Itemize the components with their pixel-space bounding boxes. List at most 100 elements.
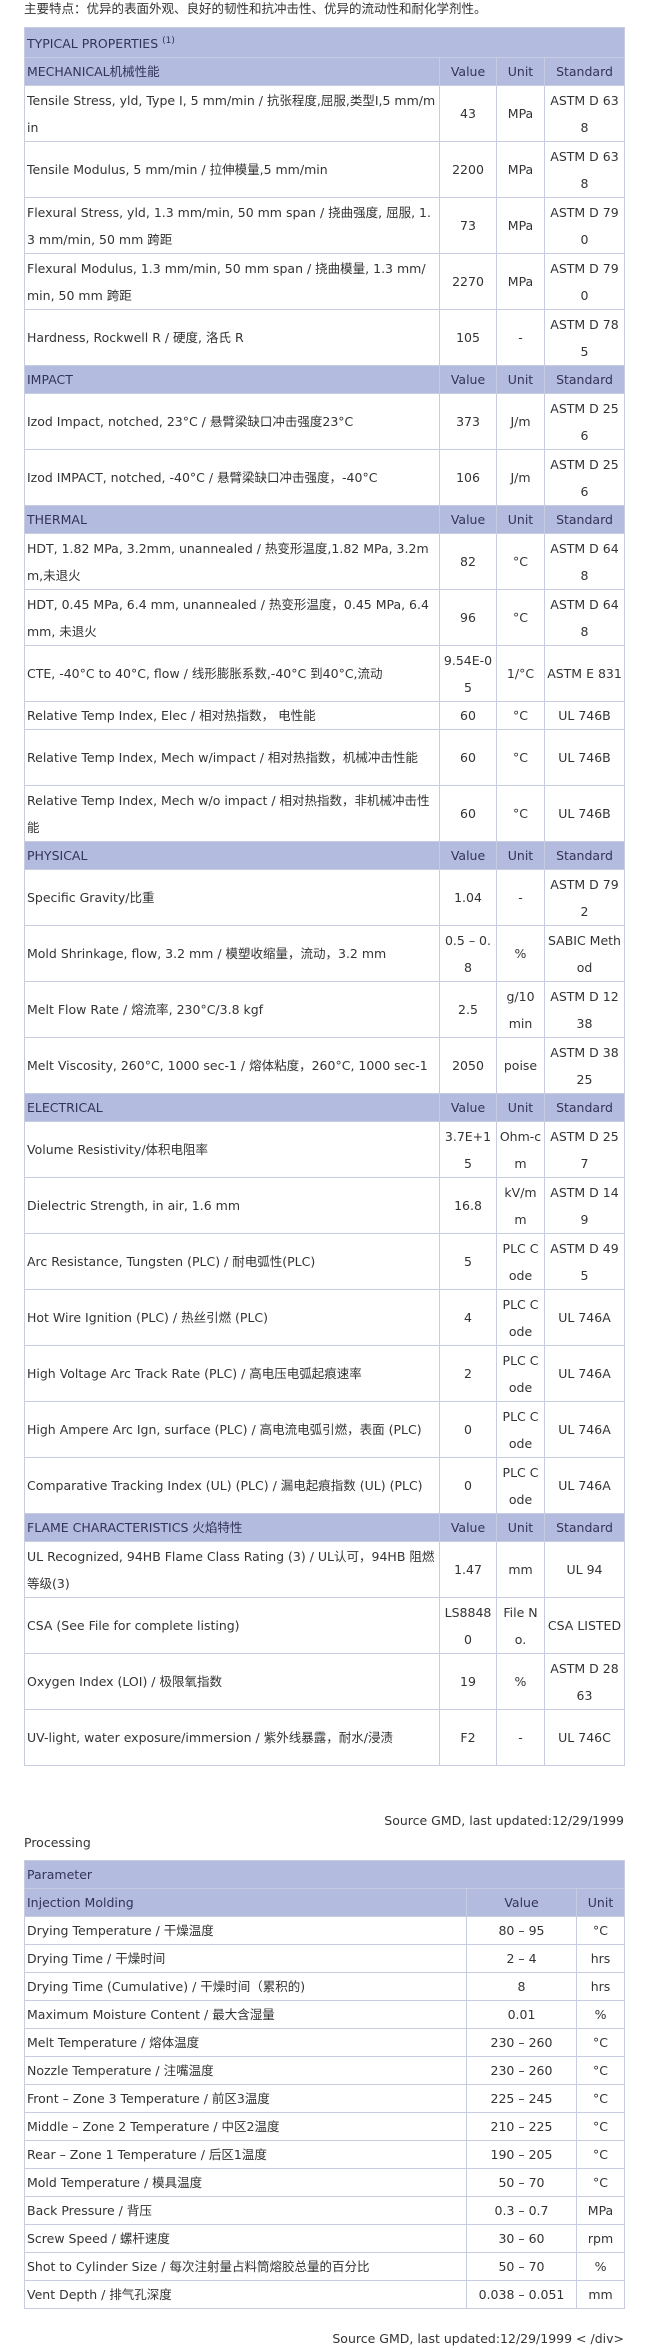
property-value: 0 xyxy=(439,1457,497,1515)
property-unit: 1/°C xyxy=(496,645,545,703)
property-name: Mold Shrinkage, flow, 3.2 mm / 模塑收缩量，流动，… xyxy=(24,925,440,983)
property-name: Hardness, Rockwell R / 硬度, 洛氏 R xyxy=(24,309,440,367)
property-unit: mm xyxy=(496,1541,545,1599)
property-standard: UL 746B xyxy=(544,701,625,731)
standard-header: Standard xyxy=(544,365,625,395)
property-unit: poise xyxy=(496,1037,545,1095)
parameter-unit: °C xyxy=(575,2112,626,2141)
section-name: PHYSICAL xyxy=(24,841,440,871)
property-unit: % xyxy=(496,1653,545,1711)
processing-table: Parameter Injection Molding Value Unit D… xyxy=(23,1860,626,2309)
property-value: 9.54E-05 xyxy=(439,645,497,703)
unit-header: Unit xyxy=(496,1093,545,1123)
property-standard: ASTM D 1238 xyxy=(544,981,625,1039)
property-unit: J/m xyxy=(496,449,545,507)
property-standard: UL 94 xyxy=(544,1541,625,1599)
unit-header: Unit xyxy=(496,57,545,87)
property-name: Relative Temp Index, Elec / 相对热指数， 电性能 xyxy=(24,701,440,731)
table-row: Izod IMPACT, notched, -40°C / 悬臂梁缺口冲击强度，… xyxy=(24,449,625,507)
parameter-value: 8 xyxy=(466,1972,577,2001)
table-row: Rear – Zone 1 Temperature / 后区1温度 190 – 2… xyxy=(24,2140,626,2169)
unit-header: Unit xyxy=(496,505,545,535)
table-row: Tensile Stress, yld, Type I, 5 mm/min / … xyxy=(24,85,625,143)
table-row: Shot to Cylinder Size / 每次注射量占料筒熔胶总量的百分比… xyxy=(24,2252,626,2281)
property-value: 19 xyxy=(439,1653,497,1711)
parameter-name: Vent Depth / 排气孔深度 xyxy=(24,2280,467,2309)
property-unit: - xyxy=(496,309,545,367)
property-value: 2050 xyxy=(439,1037,497,1095)
parameter-value: 0.01 xyxy=(466,2000,577,2029)
table-row: Hardness, Rockwell R / 硬度, 洛氏 R 105- ASTM … xyxy=(24,309,625,367)
standard-header: Standard xyxy=(544,57,625,87)
property-unit: °C xyxy=(496,533,545,591)
parameter-unit: °C xyxy=(575,2056,626,2085)
property-name: Hot Wire Ignition (PLC) / 热丝引燃 (PLC) xyxy=(24,1289,440,1347)
table-row: Mold Temperature / 模具温度 50 – 70 °C xyxy=(24,2168,626,2197)
injection-molding-label: Injection Molding xyxy=(24,1888,467,1917)
parameter-unit: °C xyxy=(575,2084,626,2113)
parameter-unit: hrs xyxy=(575,1972,626,2001)
property-unit: PLC Code xyxy=(496,1345,545,1403)
property-value: LS88480 xyxy=(439,1597,497,1655)
parameter-name: Screw Speed / 螺杆速度 xyxy=(24,2224,467,2253)
table-title: TYPICAL PROPERTIES (1) xyxy=(24,26,625,59)
property-standard: UL 746A xyxy=(544,1289,625,1347)
property-name: Relative Temp Index, Mech w/o impact / 相… xyxy=(24,785,440,843)
property-unit: PLC Code xyxy=(496,1233,545,1291)
property-standard: ASTM D 648 xyxy=(544,533,625,591)
section-header-row: IMPACT Value Unit Standard xyxy=(24,365,625,395)
property-unit: Ohm-cm xyxy=(496,1121,545,1179)
parameter-unit: °C xyxy=(575,2028,626,2057)
property-unit: MPa xyxy=(496,197,545,255)
property-value: 2 xyxy=(439,1345,497,1403)
parameter-name: Mold Temperature / 模具温度 xyxy=(24,2168,467,2197)
property-name: Melt Viscosity, 260°C, 1000 sec-1 / 熔体粘度… xyxy=(24,1037,440,1095)
table-row: Melt Viscosity, 260°C, 1000 sec-1 / 熔体粘度… xyxy=(24,1037,625,1095)
table-row: Izod Impact, notched, 23°C / 悬臂梁缺口冲击强度23… xyxy=(24,393,625,451)
property-value: 1.04 xyxy=(439,869,497,927)
parameter-value: 230 – 260 xyxy=(466,2056,577,2085)
table-row: UL Recognized, 94HB Flame Class Rating (… xyxy=(24,1541,625,1599)
property-name: Izod Impact, notched, 23°C / 悬臂梁缺口冲击强度23… xyxy=(24,393,440,451)
property-standard: ASTM E 831 xyxy=(544,645,625,703)
property-value: 373 xyxy=(439,393,497,451)
property-unit: File No. xyxy=(496,1597,545,1655)
property-value: 5 xyxy=(439,1233,497,1291)
property-standard: UL 746A xyxy=(544,1401,625,1459)
section-name: IMPACT xyxy=(24,365,440,395)
injection-molding-header-row: Injection Molding Value Unit xyxy=(24,1888,626,1917)
property-name: Tensile Modulus, 5 mm/min / 拉伸模量,5 mm/mi… xyxy=(24,141,440,199)
table-row: Comparative Tracking Index (UL) (PLC) / … xyxy=(24,1457,625,1515)
unit-header: Unit xyxy=(496,365,545,395)
table-row: Relative Temp Index, Mech w/impact / 相对热… xyxy=(24,729,625,787)
table-row: High Voltage Arc Track Rate (PLC) / 高电压电… xyxy=(24,1345,625,1403)
property-value: 2.5 xyxy=(439,981,497,1039)
property-standard: ASTM D 256 xyxy=(544,449,625,507)
parameter-unit: % xyxy=(575,2000,626,2029)
parameter-value: 50 – 70 xyxy=(466,2252,577,2281)
value-header: Value xyxy=(439,365,497,395)
property-value: 3.7E+15 xyxy=(439,1121,497,1179)
property-name: Comparative Tracking Index (UL) (PLC) / … xyxy=(24,1457,440,1515)
property-standard: ASTM D 638 xyxy=(544,141,625,199)
property-standard: ASTM D 256 xyxy=(544,393,625,451)
table-row: Melt Flow Rate / 熔流率, 230°C/3.8 kgf 2.5 g/… xyxy=(24,981,625,1039)
value-header: Value xyxy=(439,1513,497,1543)
table-row: Vent Depth / 排气孔深度 0.038 – 0.051 mm xyxy=(24,2280,626,2309)
section-header-row: THERMAL Value Unit Standard xyxy=(24,505,625,535)
parameter-header: Parameter xyxy=(23,1860,626,1889)
parameter-name: Rear – Zone 1 Temperature / 后区1温度 xyxy=(24,2140,467,2169)
table-title-row: TYPICAL PROPERTIES (1) xyxy=(24,26,625,59)
property-value: F2 xyxy=(439,1709,497,1767)
parameter-unit: mm xyxy=(575,2280,626,2309)
table-row: Hot Wire Ignition (PLC) / 热丝引燃 (PLC) 4 PLC… xyxy=(24,1289,625,1347)
table-row: Middle – Zone 2 Temperature / 中区2温度 210 –… xyxy=(24,2112,626,2141)
table-row: HDT, 0.45 MPa, 6.4 mm, unannealed / 热变形温… xyxy=(24,589,625,647)
table-row: Oxygen Index (LOI) / 极限氧指数 19% ASTM D 2863 xyxy=(24,1653,625,1711)
property-standard: UL 746B xyxy=(544,729,625,787)
unit-header: Unit xyxy=(575,1888,626,1917)
property-name: HDT, 0.45 MPa, 6.4 mm, unannealed / 热变形温… xyxy=(24,589,440,647)
property-name: UL Recognized, 94HB Flame Class Rating (… xyxy=(24,1541,440,1599)
property-unit: g/10 min xyxy=(496,981,545,1039)
parameter-header-row: Parameter xyxy=(23,1860,626,1889)
